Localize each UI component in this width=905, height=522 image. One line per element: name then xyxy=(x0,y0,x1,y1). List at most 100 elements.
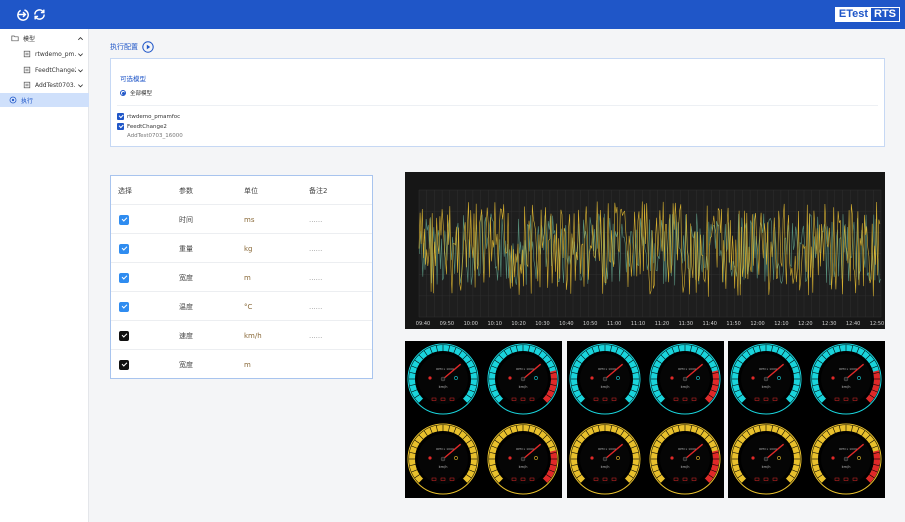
table-row: 宽度 m xyxy=(111,350,372,379)
gauge-hub xyxy=(440,376,446,382)
chevron-down-icon[interactable] xyxy=(76,50,84,58)
warning-icon xyxy=(508,376,512,380)
speed-gauge: km/h RPM x 1000 xyxy=(569,423,641,495)
x-tick-label: 12:00 xyxy=(750,321,764,327)
x-tick-label: 12:10 xyxy=(774,321,788,327)
gauge-rpm-label: RPM x 1000 xyxy=(678,447,696,451)
refresh-icon[interactable] xyxy=(32,7,47,22)
param-name: 时间 xyxy=(179,215,193,224)
execution-config-title: 执行配置 xyxy=(110,41,154,53)
page-title: 执行配置 xyxy=(110,43,138,51)
warning-icon xyxy=(751,376,755,380)
speed-gauge: km/h RPM x 1000 xyxy=(407,343,479,415)
speed-gauge: km/h RPM x 1000 xyxy=(810,423,882,495)
sidebar: 模型 rtwdemo_pm... FeedtChange2 AddTest070… xyxy=(0,29,89,522)
checkbox[interactable] xyxy=(117,123,124,130)
param-name: 宽度 xyxy=(179,360,193,369)
warning-icon xyxy=(831,376,835,380)
x-tick-label: 09:40 xyxy=(416,321,430,327)
gauge-hub xyxy=(682,376,688,382)
app-logo: ETest RTS xyxy=(834,7,900,22)
gauge-unit-label: km/h xyxy=(519,385,528,389)
sidebar-item-model-3[interactable]: AddTest0703... xyxy=(0,78,89,92)
gauge-hub xyxy=(602,456,608,462)
row-checkbox[interactable] xyxy=(119,272,129,283)
play-icon[interactable] xyxy=(142,41,154,53)
sidebar-item-model-1[interactable]: rtwdemo_pm... xyxy=(0,47,89,61)
column-header-unit: 单位 xyxy=(244,186,258,195)
checkbox[interactable] xyxy=(117,132,124,139)
param-name: 宽度 xyxy=(179,273,193,282)
warning-icon xyxy=(751,456,755,460)
gauge-unit-label: km/h xyxy=(842,465,851,469)
gauge-rpm-label: RPM x 1000 xyxy=(436,447,454,451)
model-checkbox-label: rtwdemo_pmamfoc xyxy=(127,113,181,120)
row-checkbox[interactable] xyxy=(119,301,129,312)
parameter-table: 选择 参数 单位 备注2 时间 ms ...... 重量 kg ...... 宽… xyxy=(110,175,373,379)
param-unit: ms xyxy=(244,215,255,224)
gauge-rpm-label: RPM x 1000 xyxy=(839,367,857,371)
gauge-unit-label: km/h xyxy=(601,385,610,389)
model-checkbox-row[interactable]: AddTest0703_16000 xyxy=(117,132,183,139)
execute-icon xyxy=(8,96,17,105)
gauge-unit-label: km/h xyxy=(519,465,528,469)
table-row: 宽度 m ...... xyxy=(111,263,372,292)
x-tick-label: 10:10 xyxy=(487,321,501,327)
gauge-hub xyxy=(440,456,446,462)
radio-button[interactable] xyxy=(120,90,126,96)
sidebar-item-label: 模型 xyxy=(23,35,36,43)
x-tick-label: 11:20 xyxy=(655,321,669,327)
row-checkbox[interactable] xyxy=(119,243,129,254)
row-checkbox[interactable] xyxy=(119,214,129,225)
gauge-rpm-label: RPM x 1000 xyxy=(839,447,857,451)
param-note: ...... xyxy=(309,273,323,282)
x-tick-label: 12:40 xyxy=(846,321,860,327)
chevron-down-icon[interactable] xyxy=(76,66,84,74)
all-models-radio[interactable]: 全部模型 xyxy=(120,89,152,97)
sidebar-item-model-2[interactable]: FeedtChange2 xyxy=(0,63,89,77)
gauge-unit-label: km/h xyxy=(762,465,771,469)
x-tick-label: 11:30 xyxy=(679,321,693,327)
divider xyxy=(117,105,878,106)
logo-text-part1: ETest xyxy=(838,8,868,20)
param-unit: m xyxy=(244,273,251,282)
warning-icon xyxy=(590,456,594,460)
speed-gauge: km/h RPM x 1000 xyxy=(649,423,721,495)
model-icon xyxy=(22,50,31,59)
gauge-hub xyxy=(682,456,688,462)
chevron-up-icon[interactable] xyxy=(76,34,84,42)
row-checkbox[interactable] xyxy=(119,359,129,370)
sidebar-item-label: FeedtChange2 xyxy=(35,66,76,74)
speed-gauge: km/h RPM x 1000 xyxy=(730,343,802,415)
speed-gauge: km/h RPM x 1000 xyxy=(730,423,802,495)
model-checkbox-row[interactable]: rtwdemo_pmamfoc xyxy=(117,113,180,120)
model-checkbox-row[interactable]: FeedtChange2 xyxy=(117,123,167,130)
sidebar-item-execute[interactable]: 执行 xyxy=(0,93,89,107)
chevron-down-icon[interactable] xyxy=(76,81,84,89)
x-tick-label: 10:00 xyxy=(464,321,478,327)
gauge-hub xyxy=(520,456,526,462)
model-icon xyxy=(22,81,31,90)
table-row: 重量 kg ...... xyxy=(111,234,372,263)
warning-icon xyxy=(508,456,512,460)
gauge-rpm-label: RPM x 1000 xyxy=(759,447,777,451)
gauge-rpm-label: RPM x 1000 xyxy=(516,367,534,371)
row-checkbox[interactable] xyxy=(119,330,129,341)
sidebar-item-label: 执行 xyxy=(21,97,34,105)
gauge-panel-3: km/h RPM x 1000 km/h RPM x 1000 km/h RPM x 10… xyxy=(728,341,885,498)
param-unit: m xyxy=(244,360,251,369)
gauge-hub xyxy=(602,376,608,382)
x-tick-label: 11:00 xyxy=(607,321,621,327)
table-row: 温度 °C ...... xyxy=(111,292,372,321)
param-note: ...... xyxy=(309,331,323,340)
speed-gauge: km/h RPM x 1000 xyxy=(487,343,559,415)
gauge-rpm-label: RPM x 1000 xyxy=(598,367,616,371)
gauge-unit-label: km/h xyxy=(842,385,851,389)
warning-icon xyxy=(428,456,432,460)
sidebar-item-models[interactable]: 模型 xyxy=(0,31,89,45)
gauge-rpm-label: RPM x 1000 xyxy=(436,367,454,371)
checkbox[interactable] xyxy=(117,113,124,120)
param-unit: km/h xyxy=(244,331,262,340)
exit-icon[interactable] xyxy=(16,7,31,22)
sidebar-item-label: rtwdemo_pm... xyxy=(35,50,76,58)
